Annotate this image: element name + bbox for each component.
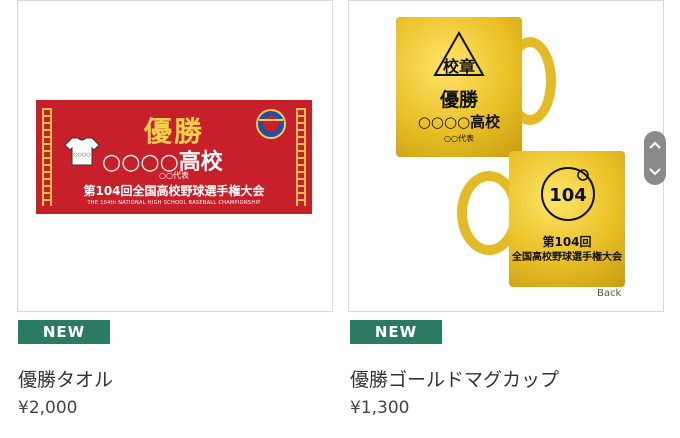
mug-title: 優勝 [439,89,478,111]
product-price: ¥2,000 [18,398,78,418]
product-price: ¥1,300 [350,398,410,418]
product-card-towel[interactable]: 優勝 ○○○○ ○○○○高校 ○○代表 第104回全国高校野球選手権大会 THE… [17,0,333,312]
back-label: Back [597,288,622,299]
logo-number: 104 [549,185,587,206]
chevron-down-icon[interactable] [649,167,661,176]
mug-body: 104 第104回 全国高校野球選手権大会 [509,151,625,287]
mug-crest-text: 校章 [442,57,475,76]
jersey-icon: ○○○○ [64,137,100,166]
new-badge: NEW [350,320,442,344]
product-name[interactable]: 優勝ゴールドマグカップ [350,365,559,392]
towel-event: 第104回全国高校野球選手権大会 [83,184,265,198]
product-card-mug[interactable]: 校章 優勝 ○○○○高校 ○○代表 104 第104回 全国高校野球選手権大会 … [348,0,664,312]
koshien-logo-icon: 104 [541,167,595,221]
mug-school: ○○○○高校 [417,113,501,131]
tournament-logo-icon [256,109,286,139]
new-badge: NEW [18,320,110,344]
towel-subtitle: THE 104th NATIONAL HIGH SCHOOL BASEBALL … [87,200,261,206]
mug-rep: ○○代表 [444,134,474,143]
jersey-text: ○○○○ [73,152,90,158]
towel-image: 優勝 ○○○○ ○○○○高校 ○○代表 第104回全国高校野球選手権大会 THE… [36,100,312,214]
towel-rep: ○○代表 [159,171,189,180]
product-name[interactable]: 優勝タオル [18,365,113,392]
chevron-up-icon[interactable] [649,141,661,149]
mug-event-line2: 全国高校野球選手権大会 [512,252,622,263]
mug-body: 校章 優勝 ○○○○高校 ○○代表 [396,17,522,157]
scroll-control[interactable] [644,131,666,185]
